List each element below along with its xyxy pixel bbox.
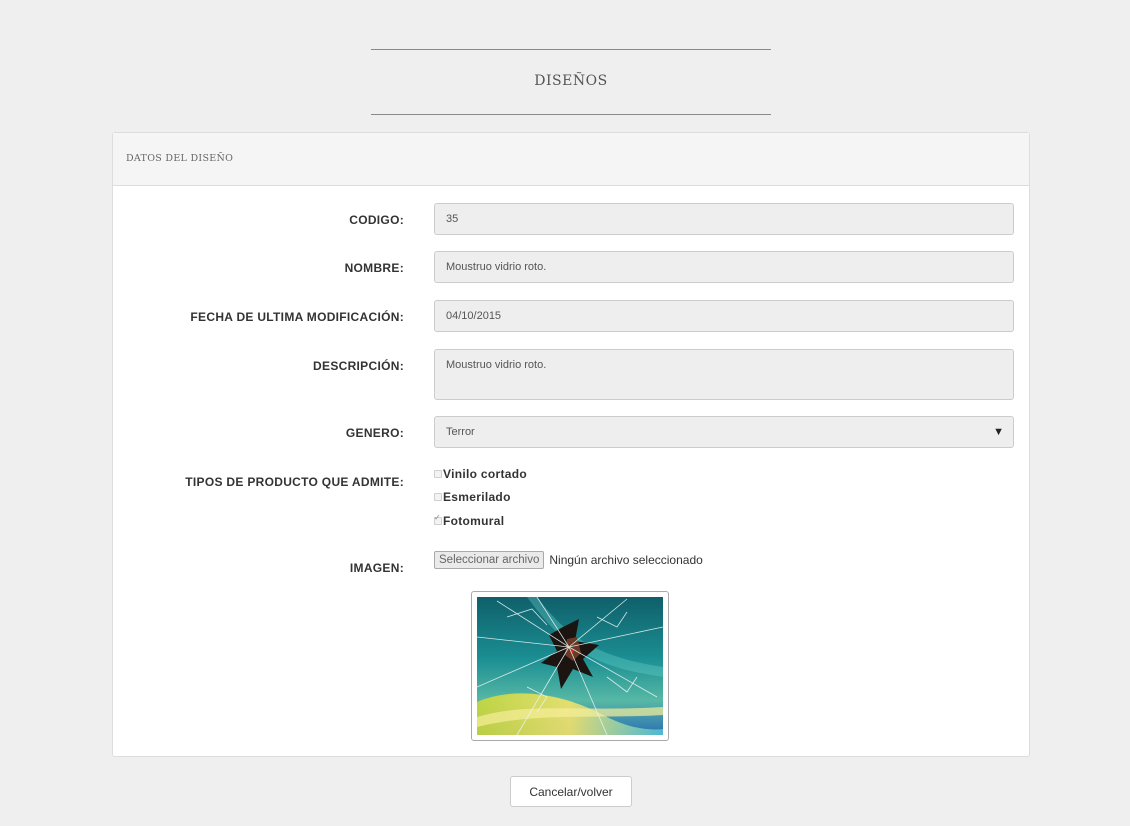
checkbox-option-vinilo[interactable]: Vinilo cortado [434, 462, 527, 486]
vinilo-label: Vinilo cortado [443, 466, 527, 481]
tipos-checkbox-group: Vinilo cortado Esmerilado Fotomural [434, 462, 527, 533]
caret-down-icon: ▼ [993, 426, 1004, 438]
panel-heading: DATOS DEL DISEÑO [113, 133, 1029, 186]
nombre-field[interactable]: Moustruo vidrio roto. [434, 251, 1014, 283]
codigo-label: CODIGO: [349, 213, 404, 227]
cancel-back-button[interactable]: Cancelar/volver [510, 776, 632, 807]
select-file-button[interactable]: Seleccionar archivo [434, 551, 545, 569]
esmerilado-label: Esmerilado [443, 490, 511, 505]
design-data-panel: DATOS DEL DISEÑO CODIGO: 35 NOMBRE: Mous… [112, 132, 1030, 757]
tipos-label: TIPOS DE PRODUCTO QUE ADMITE: [185, 475, 404, 489]
imagen-label: IMAGEN: [349, 561, 404, 575]
panel-title: DATOS DEL DISEÑO [126, 153, 234, 164]
fotomural-checkbox[interactable] [434, 513, 442, 525]
file-status-text: Ningún archivo seleccionado [549, 553, 703, 567]
design-image-preview [471, 591, 669, 741]
checkbox-option-esmerilado[interactable]: Esmerilado [434, 486, 527, 510]
fecha-field[interactable]: 04/10/2015 [434, 300, 1014, 332]
nombre-label: NOMBRE: [344, 261, 404, 275]
genero-label: GENERO: [345, 426, 404, 440]
esmerilado-checkbox[interactable] [434, 493, 442, 502]
genero-selected-value: Terror [446, 426, 475, 438]
page-title: DISEÑOS [534, 73, 608, 89]
descripcion-label: DESCRIPCIÓN: [313, 359, 404, 373]
checkbox-option-fotomural[interactable]: Fotomural [434, 509, 527, 533]
fecha-label: FECHA DE ULTIMA MODIFICACIÓN: [190, 310, 404, 324]
vinilo-checkbox[interactable] [434, 469, 442, 478]
page-header: DISEÑOS [371, 49, 771, 115]
descripcion-textarea[interactable]: Moustruo vidrio roto. [434, 349, 1014, 400]
file-input[interactable]: Seleccionar archivo Ningún archivo selec… [434, 551, 703, 569]
codigo-field[interactable]: 35 [434, 203, 1014, 235]
broken-glass-monster-image [477, 597, 663, 735]
fotomural-label: Fotomural [443, 513, 505, 528]
genero-select[interactable]: Terror ▼ [434, 416, 1014, 448]
